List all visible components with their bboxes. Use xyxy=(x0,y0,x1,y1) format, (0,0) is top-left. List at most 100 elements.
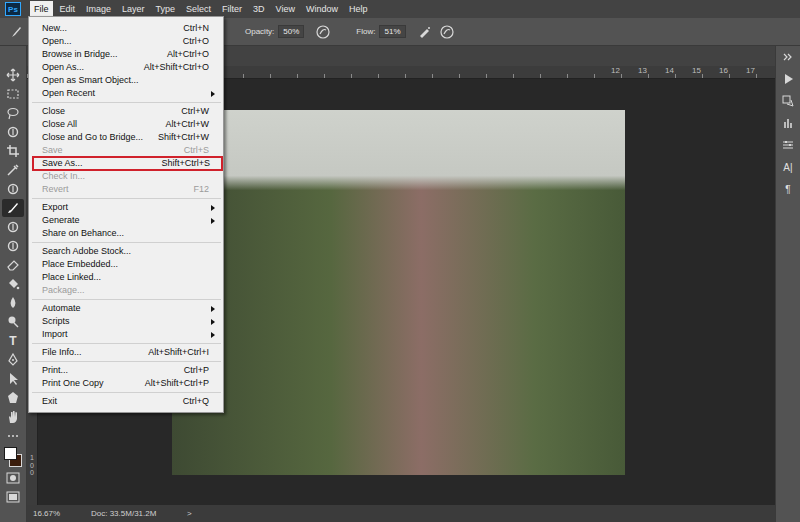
file-menu-item[interactable]: Share on Behance... xyxy=(29,227,223,240)
file-menu-item[interactable]: Open as Smart Object... xyxy=(29,74,223,87)
ruler-number: 15 xyxy=(690,66,717,78)
file-menu-item[interactable]: RevertF12 xyxy=(29,183,223,196)
blur-tool-icon[interactable] xyxy=(2,294,24,312)
brush-preset-icon[interactable] xyxy=(9,25,23,39)
file-menu-item[interactable]: Close and Go to Bridge...Shift+Ctrl+W xyxy=(29,131,223,144)
submenu-arrow-icon xyxy=(211,91,215,97)
file-menu-item[interactable]: CloseCtrl+W xyxy=(29,105,223,118)
opacity-label: Opacity: xyxy=(245,27,274,36)
screen-mode-icon[interactable] xyxy=(2,488,24,506)
menu-separator xyxy=(32,102,221,103)
menu-separator xyxy=(32,299,221,300)
ruler-number: 17 xyxy=(744,66,771,78)
file-menu-item[interactable]: Browse in Bridge...Alt+Ctrl+O xyxy=(29,48,223,61)
file-menu-item[interactable]: Place Embedded... xyxy=(29,258,223,271)
file-menu-item[interactable]: Generate xyxy=(29,214,223,227)
lasso-tool-icon[interactable] xyxy=(2,104,24,122)
healing-tool-icon[interactable] xyxy=(2,180,24,198)
submenu-arrow-icon xyxy=(211,218,215,224)
brush-tool-icon[interactable] xyxy=(2,199,24,217)
quick-mask-icon[interactable] xyxy=(2,469,24,487)
menu-bar-item[interactable]: Filter xyxy=(218,1,246,17)
color-swatches[interactable] xyxy=(2,446,24,468)
file-menu-item[interactable]: Print One CopyAlt+Shift+Ctrl+P xyxy=(29,377,223,390)
stamp-tool-icon[interactable] xyxy=(2,218,24,236)
pressure-opacity-icon[interactable] xyxy=(316,25,330,39)
file-menu-item[interactable]: Open As...Alt+Shift+Ctrl+O xyxy=(29,61,223,74)
crop-tool-icon[interactable] xyxy=(2,142,24,160)
flow-field[interactable]: 51% xyxy=(379,25,405,38)
ruler-number: 16 xyxy=(717,66,744,78)
menu-separator xyxy=(32,242,221,243)
file-menu-item[interactable]: Check In... xyxy=(29,170,223,183)
file-menu-item[interactable]: Open Recent xyxy=(29,87,223,100)
file-menu-item[interactable]: SaveCtrl+S xyxy=(29,144,223,157)
airbrush-icon[interactable] xyxy=(418,25,432,39)
menu-bar-item[interactable]: View xyxy=(272,1,299,17)
right-panel-dock: A| ¶ xyxy=(775,46,800,522)
menu-bar-item[interactable]: Type xyxy=(152,1,180,17)
type-tool-icon[interactable]: T xyxy=(2,332,24,350)
file-menu-item[interactable]: ExitCtrl+Q xyxy=(29,395,223,408)
eraser-tool-icon[interactable] xyxy=(2,256,24,274)
menu-bar-item[interactable]: Help xyxy=(345,1,372,17)
status-menu-arrow[interactable]: > xyxy=(187,509,192,518)
more-tools-icon[interactable] xyxy=(2,427,24,445)
move-tool-icon[interactable] xyxy=(2,66,24,84)
adjust-icon[interactable] xyxy=(779,138,797,152)
collapse-icon[interactable] xyxy=(779,50,797,64)
file-menu-item[interactable]: Open...Ctrl+O xyxy=(29,35,223,48)
brushes-icon[interactable] xyxy=(779,116,797,130)
dodge-tool-icon[interactable] xyxy=(2,313,24,331)
bucket-tool-icon[interactable] xyxy=(2,275,24,293)
opacity-field[interactable]: 50% xyxy=(278,25,304,38)
menu-bar-item[interactable]: 3D xyxy=(249,1,269,17)
menu-separator xyxy=(32,343,221,344)
submenu-arrow-icon xyxy=(211,332,215,338)
file-menu-item[interactable]: Save As...Shift+Ctrl+S xyxy=(33,157,222,170)
pen-tool-icon[interactable] xyxy=(2,351,24,369)
submenu-arrow-icon xyxy=(211,205,215,211)
shape-tool-icon[interactable] xyxy=(2,389,24,407)
menu-separator xyxy=(32,361,221,362)
quick-select-tool-icon[interactable] xyxy=(2,123,24,141)
foreground-color-swatch[interactable] xyxy=(4,447,17,460)
eyedropper-tool-icon[interactable] xyxy=(2,161,24,179)
file-menu-item[interactable]: File Info...Alt+Shift+Ctrl+I xyxy=(29,346,223,359)
file-menu-item[interactable]: New...Ctrl+N xyxy=(29,22,223,35)
ruler-number: 100 xyxy=(29,454,36,477)
photoshop-window: PsFileEditImageLayerTypeSelectFilter3DVi… xyxy=(0,0,800,522)
menu-bar-item[interactable]: File xyxy=(30,1,53,17)
file-menu-item[interactable]: Scripts xyxy=(29,315,223,328)
file-menu-item[interactable]: Package... xyxy=(29,284,223,297)
hand-tool-icon[interactable] xyxy=(2,408,24,426)
file-menu-item[interactable]: Export xyxy=(29,201,223,214)
history-brush-tool-icon[interactable] xyxy=(2,237,24,255)
status-bar: 16.67%Doc: 33.5M/31.2M> xyxy=(27,505,775,522)
file-menu-dropdown: New...Ctrl+NOpen...Ctrl+OBrowse in Bridg… xyxy=(28,16,224,413)
file-menu-item[interactable]: Import xyxy=(29,328,223,341)
file-menu-item[interactable]: Close AllAlt+Ctrl+W xyxy=(29,118,223,131)
play-icon[interactable] xyxy=(779,72,797,86)
document-size: Doc: 33.5M/31.2M xyxy=(91,509,187,518)
panel-glyph-icon[interactable]: A| xyxy=(779,160,797,174)
menu-bar-item[interactable]: Image xyxy=(82,1,115,17)
menu-bar-item[interactable]: Select xyxy=(182,1,215,17)
menu-bar-item[interactable]: Window xyxy=(302,1,342,17)
file-menu-item[interactable]: Place Linked... xyxy=(29,271,223,284)
submenu-arrow-icon xyxy=(211,319,215,325)
menu-bar-item[interactable]: Layer xyxy=(118,1,149,17)
zoom-level[interactable]: 16.67% xyxy=(33,509,91,518)
path-select-tool-icon[interactable] xyxy=(2,370,24,388)
ruler-number: 13 xyxy=(636,66,663,78)
file-menu-item[interactable]: Print...Ctrl+P xyxy=(29,364,223,377)
file-menu-item[interactable]: Automate xyxy=(29,302,223,315)
history-icon[interactable] xyxy=(779,94,797,108)
file-menu-item[interactable]: Search Adobe Stock... xyxy=(29,245,223,258)
marquee-tool-icon[interactable] xyxy=(2,85,24,103)
pressure-size-icon[interactable] xyxy=(440,25,454,39)
panel-glyph-icon[interactable]: ¶ xyxy=(779,182,797,196)
photo-image[interactable] xyxy=(172,110,625,475)
menu-bar-item[interactable]: Edit xyxy=(56,1,80,17)
menu-separator xyxy=(32,392,221,393)
